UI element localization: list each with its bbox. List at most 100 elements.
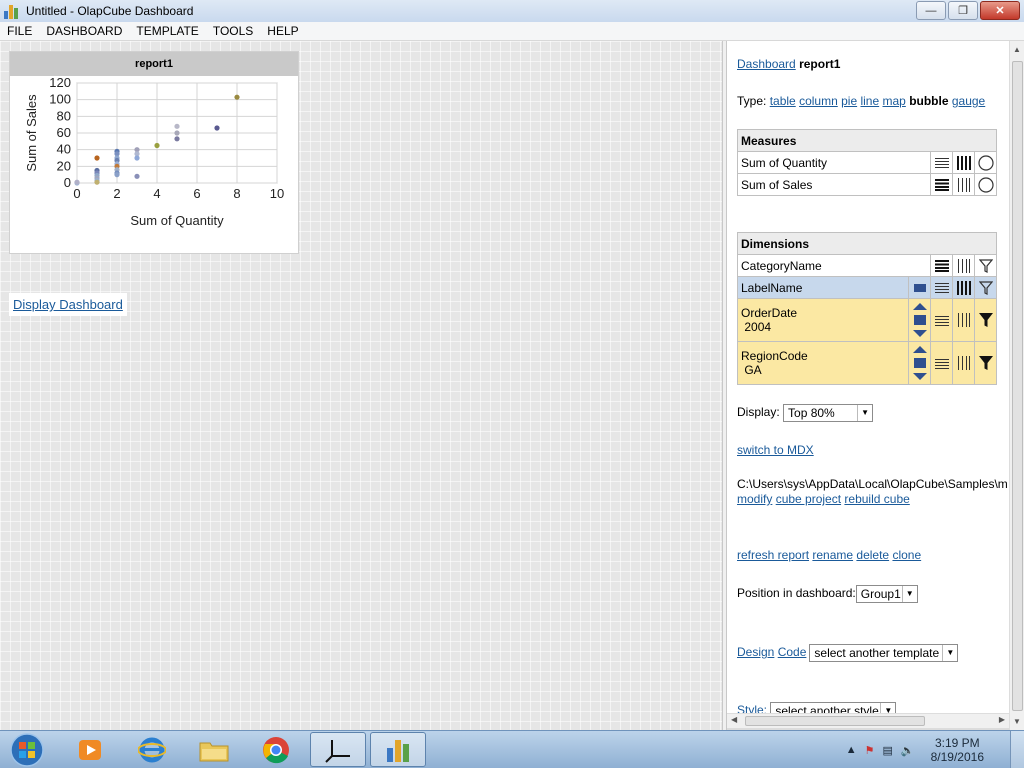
dimension-label: OrderDate 2004 <box>737 298 909 342</box>
dimension-label: CategoryName <box>737 254 931 277</box>
filter-toggle[interactable] <box>974 341 997 385</box>
dimension-row-selected[interactable]: LabelName <box>737 276 997 299</box>
show-desktop-button[interactable] <box>1010 731 1024 768</box>
horizontal-scroll-thumb[interactable] <box>745 716 925 726</box>
type-column-link[interactable]: column <box>799 94 838 108</box>
columns-bars-icon <box>957 258 970 273</box>
rebuild-cube-link[interactable]: rebuild cube <box>844 492 909 506</box>
move-up-down-icon <box>912 303 927 337</box>
scroll-up-arrow-icon[interactable]: ▲ <box>1013 45 1021 54</box>
columns-toggle[interactable] <box>952 173 975 196</box>
type-bubble-active: bubble <box>909 94 949 108</box>
taskbar-file-explorer[interactable] <box>186 732 242 767</box>
minimize-button[interactable]: — <box>916 1 946 20</box>
style-select[interactable]: select another style ▼ <box>770 702 897 713</box>
rows-toggle[interactable] <box>930 341 953 385</box>
vertical-scrollbar[interactable]: ▲ ▼ <box>1009 41 1024 730</box>
rows-toggle[interactable] <box>930 276 953 299</box>
switch-mdx-link[interactable]: switch to MDX <box>737 443 814 457</box>
rows-toggle[interactable] <box>930 298 953 342</box>
clone-link[interactable]: clone <box>892 548 921 562</box>
rows-toggle[interactable] <box>930 173 953 196</box>
clock[interactable]: 3:19 PM 8/19/2016 <box>931 736 984 764</box>
style-link[interactable]: Style: <box>737 703 767 713</box>
window-title: Untitled - OlapCube Dashboard <box>26 4 194 18</box>
data-point <box>94 179 100 185</box>
columns-bars-icon-active <box>956 280 971 295</box>
design-link[interactable]: Design <box>737 645 774 659</box>
network-icon[interactable]: ▤ <box>883 744 893 757</box>
maximize-button[interactable]: ❐ <box>948 1 978 20</box>
start-button[interactable] <box>0 732 54 767</box>
dimension-filter-value: 2004 <box>744 320 772 334</box>
menu-tools[interactable]: TOOLS <box>206 24 260 38</box>
dimension-row-filtered: RegionCode GA <box>737 341 997 385</box>
position-select[interactable]: Group1 ▼ <box>855 585 918 603</box>
flag-icon[interactable]: ⚑ <box>865 744 875 757</box>
scroll-left-arrow-icon[interactable]: ◀ <box>731 715 737 724</box>
olapcube-bars-icon <box>387 739 409 762</box>
modify-link[interactable]: modify <box>737 492 772 506</box>
filter-toggle[interactable] <box>974 276 997 299</box>
size-toggle[interactable] <box>974 173 997 196</box>
cube-project-link[interactable]: cube project <box>776 492 841 506</box>
x-tick-label: 0 <box>73 186 80 201</box>
horizontal-scrollbar[interactable]: ◀ ▶ <box>727 713 1009 728</box>
data-point <box>214 125 220 131</box>
rows-toggle[interactable] <box>930 151 953 174</box>
windows-start-icon <box>10 732 44 767</box>
columns-toggle[interactable] <box>952 298 975 342</box>
filter-toggle[interactable] <box>974 298 997 342</box>
columns-toggle[interactable] <box>952 254 975 277</box>
code-link[interactable]: Code <box>778 645 807 659</box>
columns-toggle[interactable] <box>952 276 975 299</box>
taskbar-axis-app[interactable] <box>310 732 366 767</box>
type-map-link[interactable]: map <box>883 94 906 108</box>
move-up-down-icon <box>912 346 927 380</box>
rename-link[interactable]: rename <box>812 548 853 562</box>
measures-table: Measures Sum of Quantity Sum of Sales <box>737 129 997 196</box>
type-table-link[interactable]: table <box>770 94 796 108</box>
report-card[interactable]: report1 0 2 4 6 8 10 0 20 40 60 80 100 120 Sum of Qua… <box>9 51 299 254</box>
x-tick-label: 8 <box>233 186 240 201</box>
display-select[interactable]: Top 80% ▼ <box>783 404 874 422</box>
close-button[interactable]: ✕ <box>980 1 1020 20</box>
columns-toggle[interactable] <box>952 341 975 385</box>
type-pie-link[interactable]: pie <box>841 94 857 108</box>
show-hidden-icons[interactable]: ▲ <box>846 744 857 756</box>
scroll-down-arrow-icon[interactable]: ▼ <box>1013 717 1021 726</box>
volume-icon[interactable]: 🔈 <box>901 744 915 757</box>
type-line-link[interactable]: line <box>860 94 879 108</box>
type-gauge-link[interactable]: gauge <box>952 94 985 108</box>
data-point <box>134 155 140 161</box>
circle-icon <box>977 154 994 171</box>
display-label: Display: <box>737 405 780 420</box>
template-select[interactable]: select another template ▼ <box>809 644 959 662</box>
restore-icon: ❐ <box>958 5 968 17</box>
menu-file[interactable]: FILE <box>0 24 39 38</box>
taskbar-internet-explorer[interactable] <box>124 732 180 767</box>
dropdown-arrow-icon: ▼ <box>942 645 957 661</box>
taskbar-chrome[interactable] <box>248 732 304 767</box>
delete-link[interactable]: delete <box>856 548 889 562</box>
move-control[interactable] <box>908 341 931 385</box>
taskbar-olapcube-dashboard[interactable] <box>370 732 426 767</box>
display-dashboard-link[interactable]: Display Dashboard <box>9 293 127 316</box>
move-control[interactable] <box>908 298 931 342</box>
size-toggle[interactable] <box>974 151 997 174</box>
menu-help[interactable]: HELP <box>260 24 305 38</box>
display-setting: Display: Top 80% ▼ <box>737 404 874 422</box>
refresh-report-link[interactable]: refresh report <box>737 548 809 562</box>
dashboard-canvas: report1 0 2 4 6 8 10 0 20 40 60 80 100 120 Sum of Qua… <box>0 41 722 730</box>
report-card-title: report1 <box>10 52 298 76</box>
menu-template[interactable]: TEMPLATE <box>129 24 205 38</box>
breadcrumb-dashboard-link[interactable]: Dashboard <box>737 57 796 71</box>
scroll-right-arrow-icon[interactable]: ▶ <box>999 715 1005 724</box>
columns-toggle[interactable] <box>952 151 975 174</box>
y-tick-label: 40 <box>57 142 71 157</box>
menu-dashboard[interactable]: DASHBOARD <box>39 24 129 38</box>
vertical-scroll-thumb[interactable] <box>1012 61 1023 711</box>
rows-toggle[interactable] <box>930 254 953 277</box>
filter-toggle[interactable] <box>974 254 997 277</box>
taskbar-media-player[interactable] <box>62 732 118 767</box>
